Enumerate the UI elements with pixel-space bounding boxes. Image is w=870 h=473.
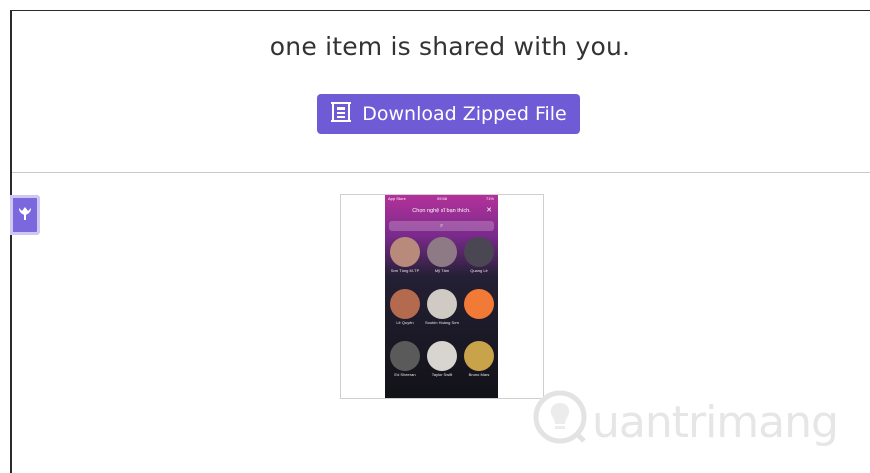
artist-item: Lê Quyên — [388, 289, 422, 326]
watermark: uantrimang — [532, 390, 839, 452]
phone-screenshot-preview: App Store 09:58 71% Chọn nghệ sĩ bạn thí… — [385, 195, 498, 398]
search-bar: ⌕ — [389, 221, 494, 231]
artist-item: Ed Sheeran — [388, 341, 422, 378]
avatar — [464, 237, 494, 267]
artist-name: Taylor Swift — [431, 372, 453, 377]
watermark-text: uantrimang — [592, 396, 839, 448]
close-icon: ✕ — [486, 207, 492, 214]
artist-name: Bruno Mars — [468, 372, 490, 377]
artist-name: Sơn Tùng M-TP — [390, 268, 420, 273]
avatar — [390, 237, 420, 267]
artist-item: Taylor Swift — [425, 341, 459, 378]
download-zipped-file-button[interactable]: Download Zipped File — [317, 94, 580, 134]
artist-name: Lê Quyên — [396, 320, 414, 325]
avatar — [390, 289, 420, 319]
avatar — [390, 341, 420, 371]
artist-item: Sơn Tùng M-TP — [388, 237, 422, 274]
avatar — [427, 341, 457, 371]
side-tab-button[interactable] — [10, 195, 40, 235]
avatar — [427, 289, 457, 319]
status-time: 09:58 — [437, 196, 448, 201]
artist-item — [462, 289, 496, 321]
status-carrier: App Store — [388, 196, 406, 201]
status-battery: 71% — [485, 196, 494, 201]
artist-item: Soobin Hoàng Sơn — [425, 289, 459, 326]
download-button-label: Download Zipped File — [362, 103, 567, 125]
avatar — [427, 237, 457, 267]
status-bar: App Store 09:58 71% — [385, 196, 498, 202]
artist-item: Bruno Mars — [462, 341, 496, 378]
avatar — [464, 341, 494, 371]
artist-name: Quang Lê — [470, 268, 488, 273]
flower-icon — [17, 205, 33, 226]
avatar — [464, 289, 494, 319]
artist-item: Quang Lê — [462, 237, 496, 274]
artist-name: Mỹ Tâm — [434, 268, 450, 273]
share-message: one item is shared with you. — [269, 32, 631, 61]
section-divider — [12, 172, 870, 173]
search-icon: ⌕ — [439, 223, 444, 229]
artist-item: Mỹ Tâm — [425, 237, 459, 274]
artist-name: Soobin Hoàng Sơn — [425, 320, 459, 325]
archive-icon — [330, 101, 352, 127]
lightbulb-icon — [532, 389, 588, 456]
artist-name: Ed Sheeran — [394, 372, 416, 377]
preview-title: Chọn nghệ sĩ bạn thích. — [412, 208, 471, 214]
